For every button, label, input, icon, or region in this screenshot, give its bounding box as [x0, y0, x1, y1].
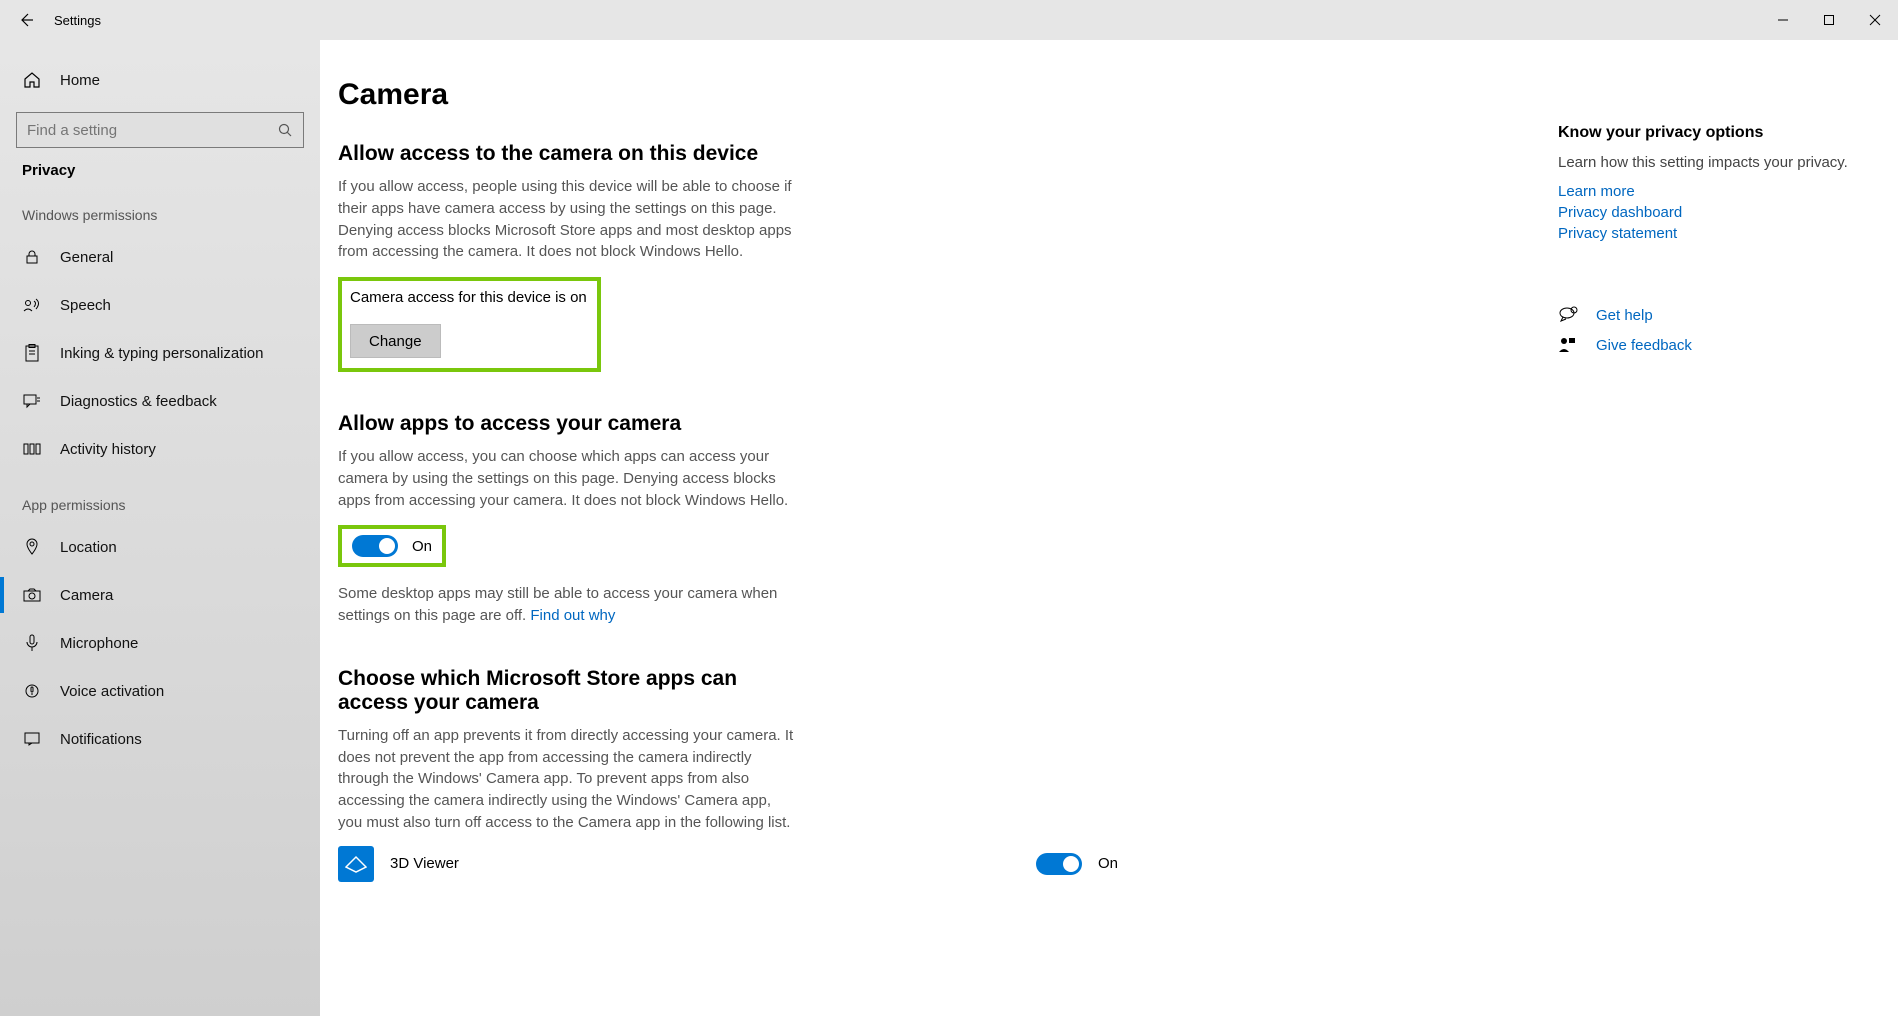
microphone-icon	[22, 634, 42, 652]
sidebar-item-label: Microphone	[60, 635, 138, 652]
change-button-label: Change	[369, 333, 422, 350]
window-title: Settings	[54, 13, 101, 28]
sidebar: Home Privacy Windows permissions General…	[0, 40, 320, 1016]
sidebar-current-category: Privacy	[0, 162, 320, 179]
sidebar-home-label: Home	[60, 72, 100, 89]
device-access-status: Camera access for this device is on	[350, 289, 587, 306]
find-out-why-link[interactable]: Find out why	[530, 607, 615, 624]
sidebar-item-camera[interactable]: Camera	[0, 571, 320, 619]
section-apps-access-title: Allow apps to access your camera	[338, 412, 1118, 436]
lock-icon	[22, 249, 42, 265]
activity-icon	[22, 441, 42, 457]
speech-icon	[22, 297, 42, 313]
minimize-button[interactable]	[1760, 0, 1806, 40]
notifications-icon	[22, 731, 42, 747]
sidebar-item-location[interactable]: Location	[0, 523, 320, 571]
location-icon	[22, 538, 42, 556]
app-3d-viewer-toggle-label: On	[1098, 855, 1118, 872]
sidebar-item-microphone[interactable]: Microphone	[0, 619, 320, 667]
sidebar-home[interactable]: Home	[0, 56, 320, 104]
right-panel-title: Know your privacy options	[1558, 124, 1854, 142]
home-icon	[22, 71, 42, 89]
sidebar-item-label: Inking & typing personalization	[60, 345, 263, 362]
sidebar-group-app: App permissions	[0, 497, 320, 513]
apps-access-toggle-label: On	[412, 538, 432, 555]
clipboard-icon	[22, 344, 42, 362]
privacy-dashboard-link[interactable]: Privacy dashboard	[1558, 204, 1854, 221]
app-row-3d-viewer: 3D Viewer On	[338, 846, 1118, 882]
sidebar-group-windows: Windows permissions	[0, 207, 320, 223]
app-tile-icon	[338, 846, 374, 882]
sidebar-item-voice-activation[interactable]: Voice activation	[0, 667, 320, 715]
section-apps-access-desc: If you allow access, you can choose whic…	[338, 446, 798, 511]
sidebar-item-notifications[interactable]: Notifications	[0, 715, 320, 763]
maximize-button[interactable]	[1806, 0, 1852, 40]
feedback-icon	[22, 393, 42, 409]
sidebar-item-diagnostics[interactable]: Diagnostics & feedback	[0, 377, 320, 425]
app-name: 3D Viewer	[390, 855, 760, 872]
sidebar-item-activity[interactable]: Activity history	[0, 425, 320, 473]
sidebar-item-general[interactable]: General	[0, 233, 320, 281]
section-device-access-title: Allow access to the camera on this devic…	[338, 142, 1118, 166]
highlight-apps-access: On	[338, 525, 446, 567]
sidebar-item-label: Notifications	[60, 731, 142, 748]
sidebar-item-label: Activity history	[60, 441, 156, 458]
apps-access-toggle[interactable]	[352, 535, 398, 557]
sidebar-item-speech[interactable]: Speech	[0, 281, 320, 329]
privacy-statement-link[interactable]: Privacy statement	[1558, 225, 1854, 242]
give-feedback-link[interactable]: Give feedback	[1596, 337, 1692, 354]
section-choose-apps-title: Choose which Microsoft Store apps can ac…	[338, 667, 778, 715]
sidebar-item-label: Camera	[60, 587, 113, 604]
change-button[interactable]: Change	[350, 324, 441, 358]
section-device-access-desc: If you allow access, people using this d…	[338, 176, 798, 263]
sidebar-item-inking[interactable]: Inking & typing personalization	[0, 329, 320, 377]
page-title: Camera	[338, 78, 1118, 112]
help-icon	[1558, 306, 1578, 324]
highlight-device-access: Camera access for this device is on Chan…	[338, 277, 601, 372]
sidebar-item-label: Voice activation	[60, 683, 164, 700]
search-icon	[278, 123, 292, 137]
section-choose-apps-desc: Turning off an app prevents it from dire…	[338, 725, 798, 834]
feedback-person-icon	[1558, 336, 1578, 354]
desktop-note: Some desktop apps may still be able to a…	[338, 583, 798, 627]
camera-icon	[22, 588, 42, 602]
right-panel-desc: Learn how this setting impacts your priv…	[1558, 152, 1854, 173]
sidebar-item-label: Location	[60, 539, 117, 556]
sidebar-item-label: Speech	[60, 297, 111, 314]
learn-more-link[interactable]: Learn more	[1558, 183, 1854, 200]
sidebar-item-label: Diagnostics & feedback	[60, 393, 217, 410]
voice-icon	[22, 683, 42, 699]
get-help-link[interactable]: Get help	[1596, 307, 1653, 324]
back-button[interactable]	[18, 12, 34, 28]
titlebar: Settings	[0, 0, 1898, 40]
search-input[interactable]	[16, 112, 304, 148]
sidebar-item-label: General	[60, 249, 113, 266]
app-3d-viewer-toggle[interactable]	[1036, 853, 1082, 875]
close-button[interactable]	[1852, 0, 1898, 40]
